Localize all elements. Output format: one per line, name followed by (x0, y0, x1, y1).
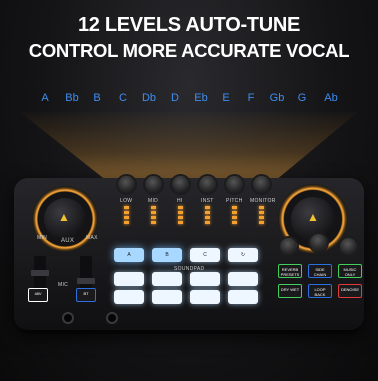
knob-label: PITCH (226, 198, 243, 204)
sound-pad-button[interactable] (228, 272, 258, 286)
led-meter (205, 206, 210, 226)
pad-a-button[interactable]: A (114, 248, 144, 262)
led-meter (178, 206, 183, 226)
effect-knob[interactable] (340, 238, 357, 255)
led-meter (151, 206, 156, 226)
monitor-knob[interactable] (253, 176, 270, 193)
button-label: LOOP BACK (314, 287, 326, 297)
pitch-knob[interactable] (226, 176, 243, 193)
denoise-button[interactable]: DENOISE (338, 284, 362, 298)
bt-button[interactable]: BT (76, 288, 96, 302)
aux-min-label: MIN (37, 235, 48, 241)
sound-pad-button[interactable] (152, 290, 182, 304)
aux-max-label: MAX (86, 235, 98, 241)
button-label: DENOISE (340, 287, 359, 292)
led-meter (124, 206, 129, 226)
sound-pad-button[interactable] (114, 290, 144, 304)
brand-logo-icon: ▲ (307, 210, 319, 224)
headphone-jack-icon (108, 314, 116, 322)
hi-knob[interactable] (172, 176, 189, 193)
knob-label: LOW (120, 198, 133, 204)
product-image: 12 LEVELS AUTO-TUNE CONTROL MORE ACCURAT… (0, 0, 378, 381)
pad-c-button[interactable]: C (190, 248, 220, 262)
button-label: DRY WET (280, 287, 300, 292)
sound-pad-button[interactable] (114, 272, 144, 286)
knob-label: INST (201, 198, 214, 204)
aux-label: AUX (61, 238, 75, 244)
knob-label: MONITOR (250, 198, 276, 204)
music-only-button[interactable]: MUSIC ONLY (338, 264, 362, 278)
loop-pad-button[interactable]: ↻ (228, 248, 258, 262)
loop-icon: ↻ (240, 252, 246, 258)
mid-knob[interactable] (145, 176, 162, 193)
bt-label: BT (83, 291, 89, 296)
audio-interface-device: ▲ MIN AUX MAX ▲ LOW MID HI INST PITCH MO… (14, 176, 364, 330)
loop-back-button[interactable]: LOOP BACK (308, 284, 332, 298)
button-label: MUSIC ONLY (343, 267, 357, 277)
headphone-jack-icon (64, 314, 72, 322)
effect-knob[interactable] (280, 238, 297, 255)
button-label: SIDE CHAIN (313, 267, 327, 277)
led-meter (259, 206, 264, 226)
knob-label: MID (148, 198, 159, 204)
inst-knob[interactable] (199, 176, 216, 193)
effect-knob[interactable] (310, 234, 327, 251)
sound-pad-button[interactable] (190, 272, 220, 286)
48v-button[interactable]: 48V (28, 288, 48, 302)
mic-label: MIC (58, 282, 69, 288)
pad-b-button[interactable]: B (152, 248, 182, 262)
side-chain-button[interactable]: SIDE CHAIN (308, 264, 332, 278)
knob-label: HI (177, 198, 183, 204)
sound-pad-button[interactable] (228, 290, 258, 304)
low-knob[interactable] (118, 176, 135, 193)
dry-wet-button[interactable]: DRY WET (278, 284, 302, 298)
brand-logo-icon: ▲ (58, 210, 70, 224)
button-label: REVERB PRESETS (280, 267, 300, 277)
sound-pad-button[interactable] (152, 272, 182, 286)
led-meter (232, 206, 237, 226)
sound-pad-button[interactable] (190, 290, 220, 304)
48v-label: 48V (34, 291, 42, 296)
reverb-presets-button[interactable]: REVERB PRESETS (278, 264, 302, 278)
